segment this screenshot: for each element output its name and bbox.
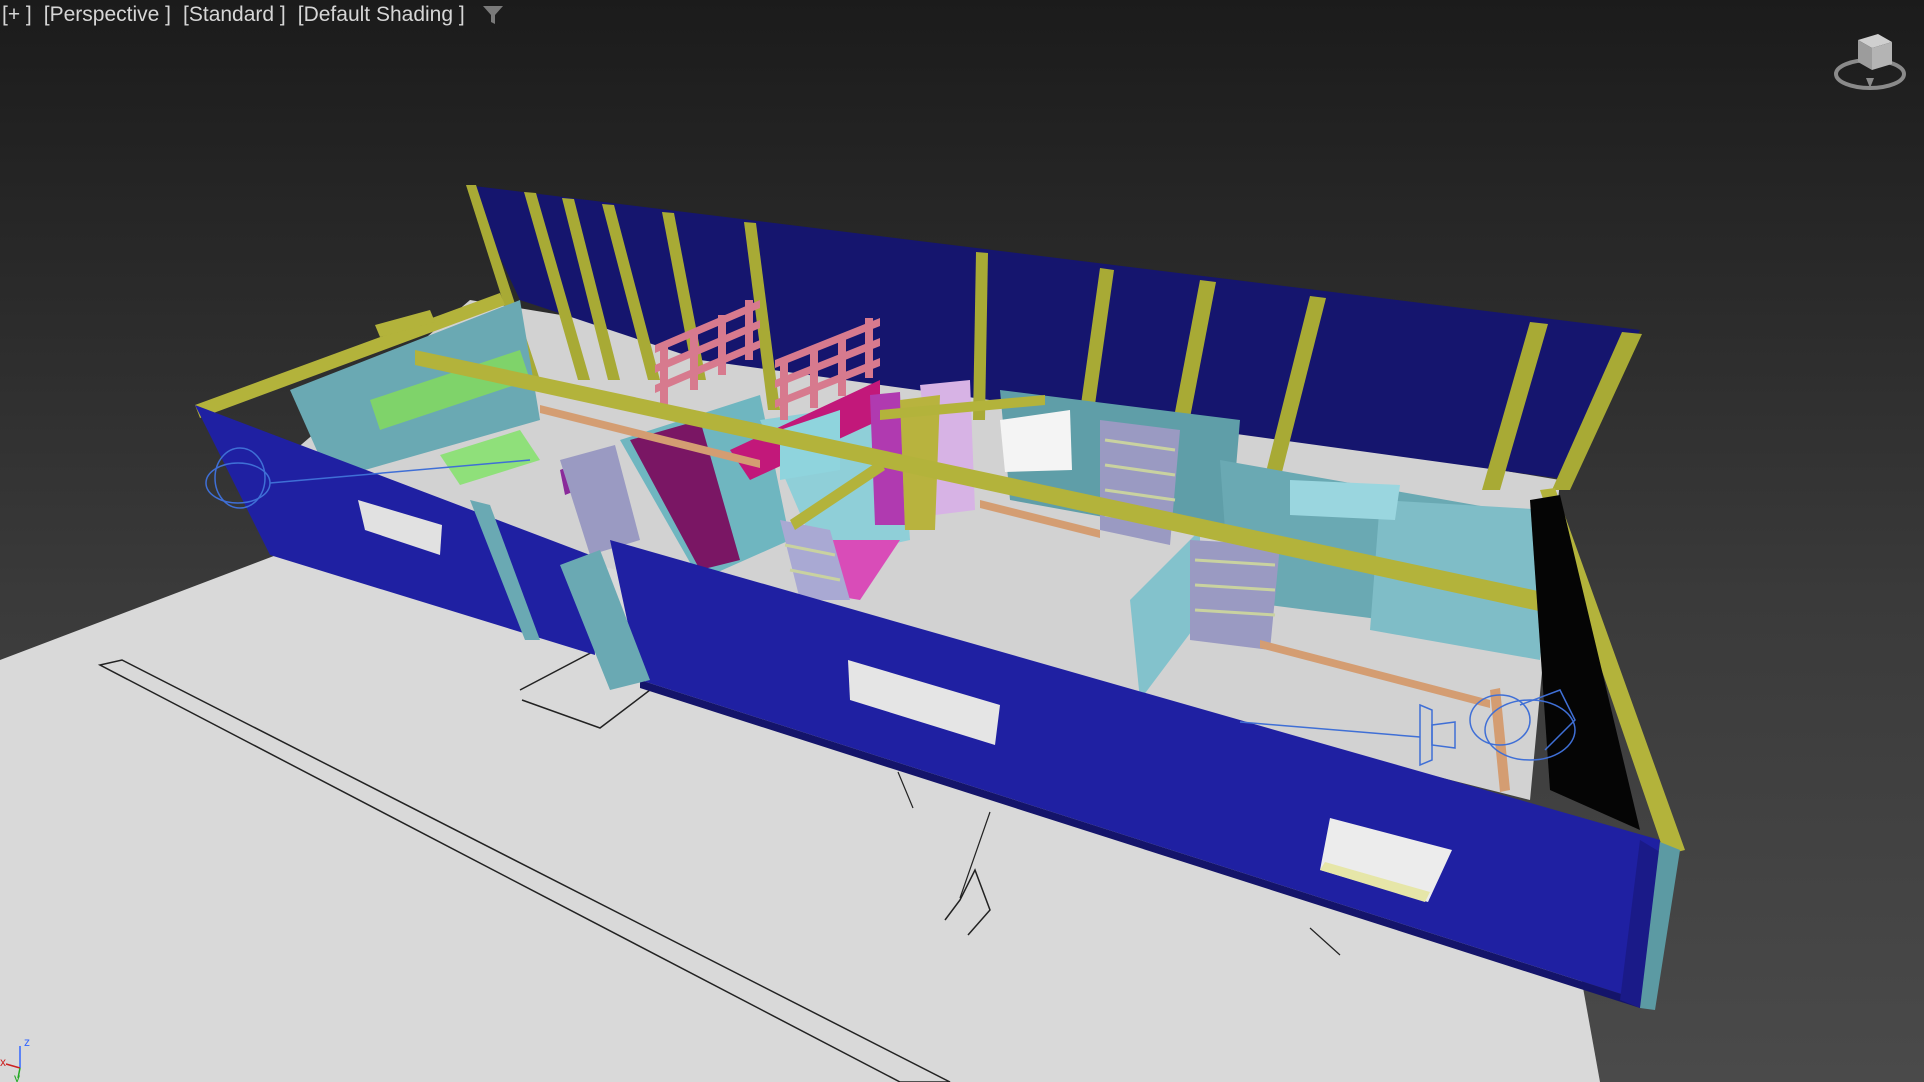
- viewport-view-menu[interactable]: [Perspective ]: [44, 3, 171, 27]
- viewcube-icon[interactable]: [1830, 22, 1910, 102]
- viewport-plus-menu[interactable]: [+ ]: [2, 3, 32, 27]
- viewport-shading-menu[interactable]: [Default Shading ]: [298, 3, 465, 27]
- axis-z-label: z: [24, 1035, 30, 1049]
- viewport-mode-menu[interactable]: [Standard ]: [183, 3, 286, 27]
- viewport-label-bar: [+ ] [Perspective ] [Standard ] [Default…: [2, 3, 505, 27]
- perspective-viewport[interactable]: [+ ] [Perspective ] [Standard ] [Default…: [0, 0, 1924, 1082]
- axis-tripod-icon: z x y: [0, 1035, 30, 1082]
- filter-icon[interactable]: [481, 3, 505, 27]
- dark-opening: [1530, 495, 1640, 830]
- scene-3d[interactable]: [0, 0, 1924, 1082]
- axis-x-label: x: [0, 1055, 6, 1069]
- axis-y-label: y: [14, 1071, 20, 1082]
